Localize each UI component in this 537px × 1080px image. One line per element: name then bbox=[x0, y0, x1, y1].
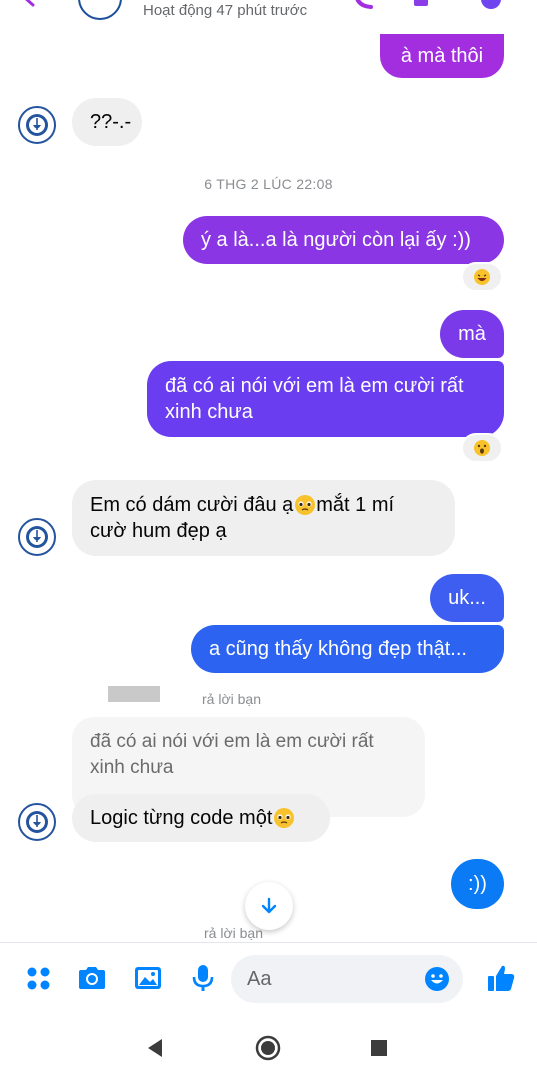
nav-back-icon[interactable] bbox=[144, 1036, 166, 1060]
message-timestamp: 6 THG 2 LÚC 22:08 bbox=[204, 176, 333, 192]
contact-avatar[interactable] bbox=[78, 0, 122, 20]
message-text: :)) bbox=[468, 873, 487, 895]
laughing-emoji-icon bbox=[474, 269, 490, 285]
message-text: uk... bbox=[448, 587, 486, 609]
incoming-message[interactable]: ??-.- bbox=[72, 98, 142, 146]
message-text-line: Em có dám cười đâu ạ bbox=[90, 494, 294, 516]
nav-home-icon[interactable] bbox=[255, 1035, 281, 1061]
quoted-text-line: đã có ai nói với em là em cười rất bbox=[90, 731, 374, 752]
quoted-text-line: xinh chưa bbox=[90, 757, 174, 778]
contact-avatar-small[interactable] bbox=[18, 106, 56, 144]
outgoing-message[interactable]: uk... bbox=[430, 574, 504, 622]
reply-label: rả lời bạn bbox=[202, 691, 261, 707]
back-arrow-icon[interactable] bbox=[18, 0, 40, 8]
pharmacy-logo-icon bbox=[26, 114, 48, 136]
blurred-name bbox=[108, 686, 160, 702]
contact-avatar-small[interactable] bbox=[18, 803, 56, 841]
emoji-icon[interactable] bbox=[424, 966, 450, 992]
gallery-icon[interactable] bbox=[133, 963, 163, 993]
microphone-icon[interactable] bbox=[188, 963, 218, 993]
outgoing-message[interactable]: a cũng thấy không đẹp thật... bbox=[191, 625, 504, 673]
reply-label: rả lời bạn bbox=[204, 925, 263, 941]
outgoing-message[interactable]: đã có ai nói với em là em cười rất xinh … bbox=[147, 361, 504, 437]
apps-grid-icon[interactable] bbox=[24, 963, 54, 993]
pharmacy-logo-icon bbox=[26, 526, 48, 548]
message-text: ??-.- bbox=[90, 111, 132, 133]
message-text: Logic từng code một bbox=[90, 807, 273, 829]
pleading-face-emoji-icon bbox=[295, 495, 316, 515]
contact-avatar-small[interactable] bbox=[18, 518, 56, 556]
incoming-message[interactable]: Logic từng code một bbox=[72, 794, 330, 842]
surprised-emoji-icon bbox=[474, 440, 490, 456]
reaction-badge[interactable] bbox=[461, 433, 503, 463]
outgoing-message[interactable]: mà bbox=[440, 310, 504, 358]
pleading-face-emoji-icon bbox=[274, 808, 295, 828]
like-icon[interactable] bbox=[485, 962, 517, 994]
message-text-line: mắt 1 mí bbox=[316, 494, 395, 516]
outgoing-message[interactable]: :)) bbox=[451, 859, 504, 909]
call-icon[interactable] bbox=[353, 0, 375, 10]
scroll-to-bottom-button[interactable] bbox=[245, 882, 293, 930]
nav-recents-icon[interactable] bbox=[370, 1039, 388, 1057]
message-text-line: xinh chưa bbox=[165, 401, 253, 423]
active-status: Hoạt động 47 phút trước bbox=[143, 2, 308, 19]
message-text: mà bbox=[458, 323, 486, 345]
message-text: ý a là...a là người còn lại ấy :)) bbox=[201, 229, 471, 251]
pharmacy-logo-icon bbox=[26, 811, 48, 833]
reaction-badge[interactable] bbox=[461, 262, 503, 292]
arrow-down-icon bbox=[261, 897, 277, 914]
chat-header: Hoạt động 47 phút trước bbox=[0, 0, 537, 34]
camera-icon[interactable] bbox=[77, 963, 107, 993]
incoming-message[interactable]: Em có dám cười đâu ạ mắt 1 mí cườ hum đẹ… bbox=[72, 480, 455, 556]
info-icon[interactable] bbox=[480, 0, 502, 10]
outgoing-message[interactable]: à mà thôi bbox=[380, 34, 504, 78]
message-text-line: cườ hum đẹp ạ bbox=[90, 520, 227, 542]
message-text: à mà thôi bbox=[400, 45, 484, 67]
outgoing-message[interactable]: ý a là...a là người còn lại ấy :)) bbox=[183, 216, 504, 264]
message-text: a cũng thấy không đẹp thật... bbox=[209, 638, 467, 660]
input-placeholder: Aa bbox=[247, 967, 272, 990]
message-text-line: đã có ai nói với em là em cười rất bbox=[165, 375, 464, 397]
video-call-icon[interactable] bbox=[412, 0, 434, 10]
